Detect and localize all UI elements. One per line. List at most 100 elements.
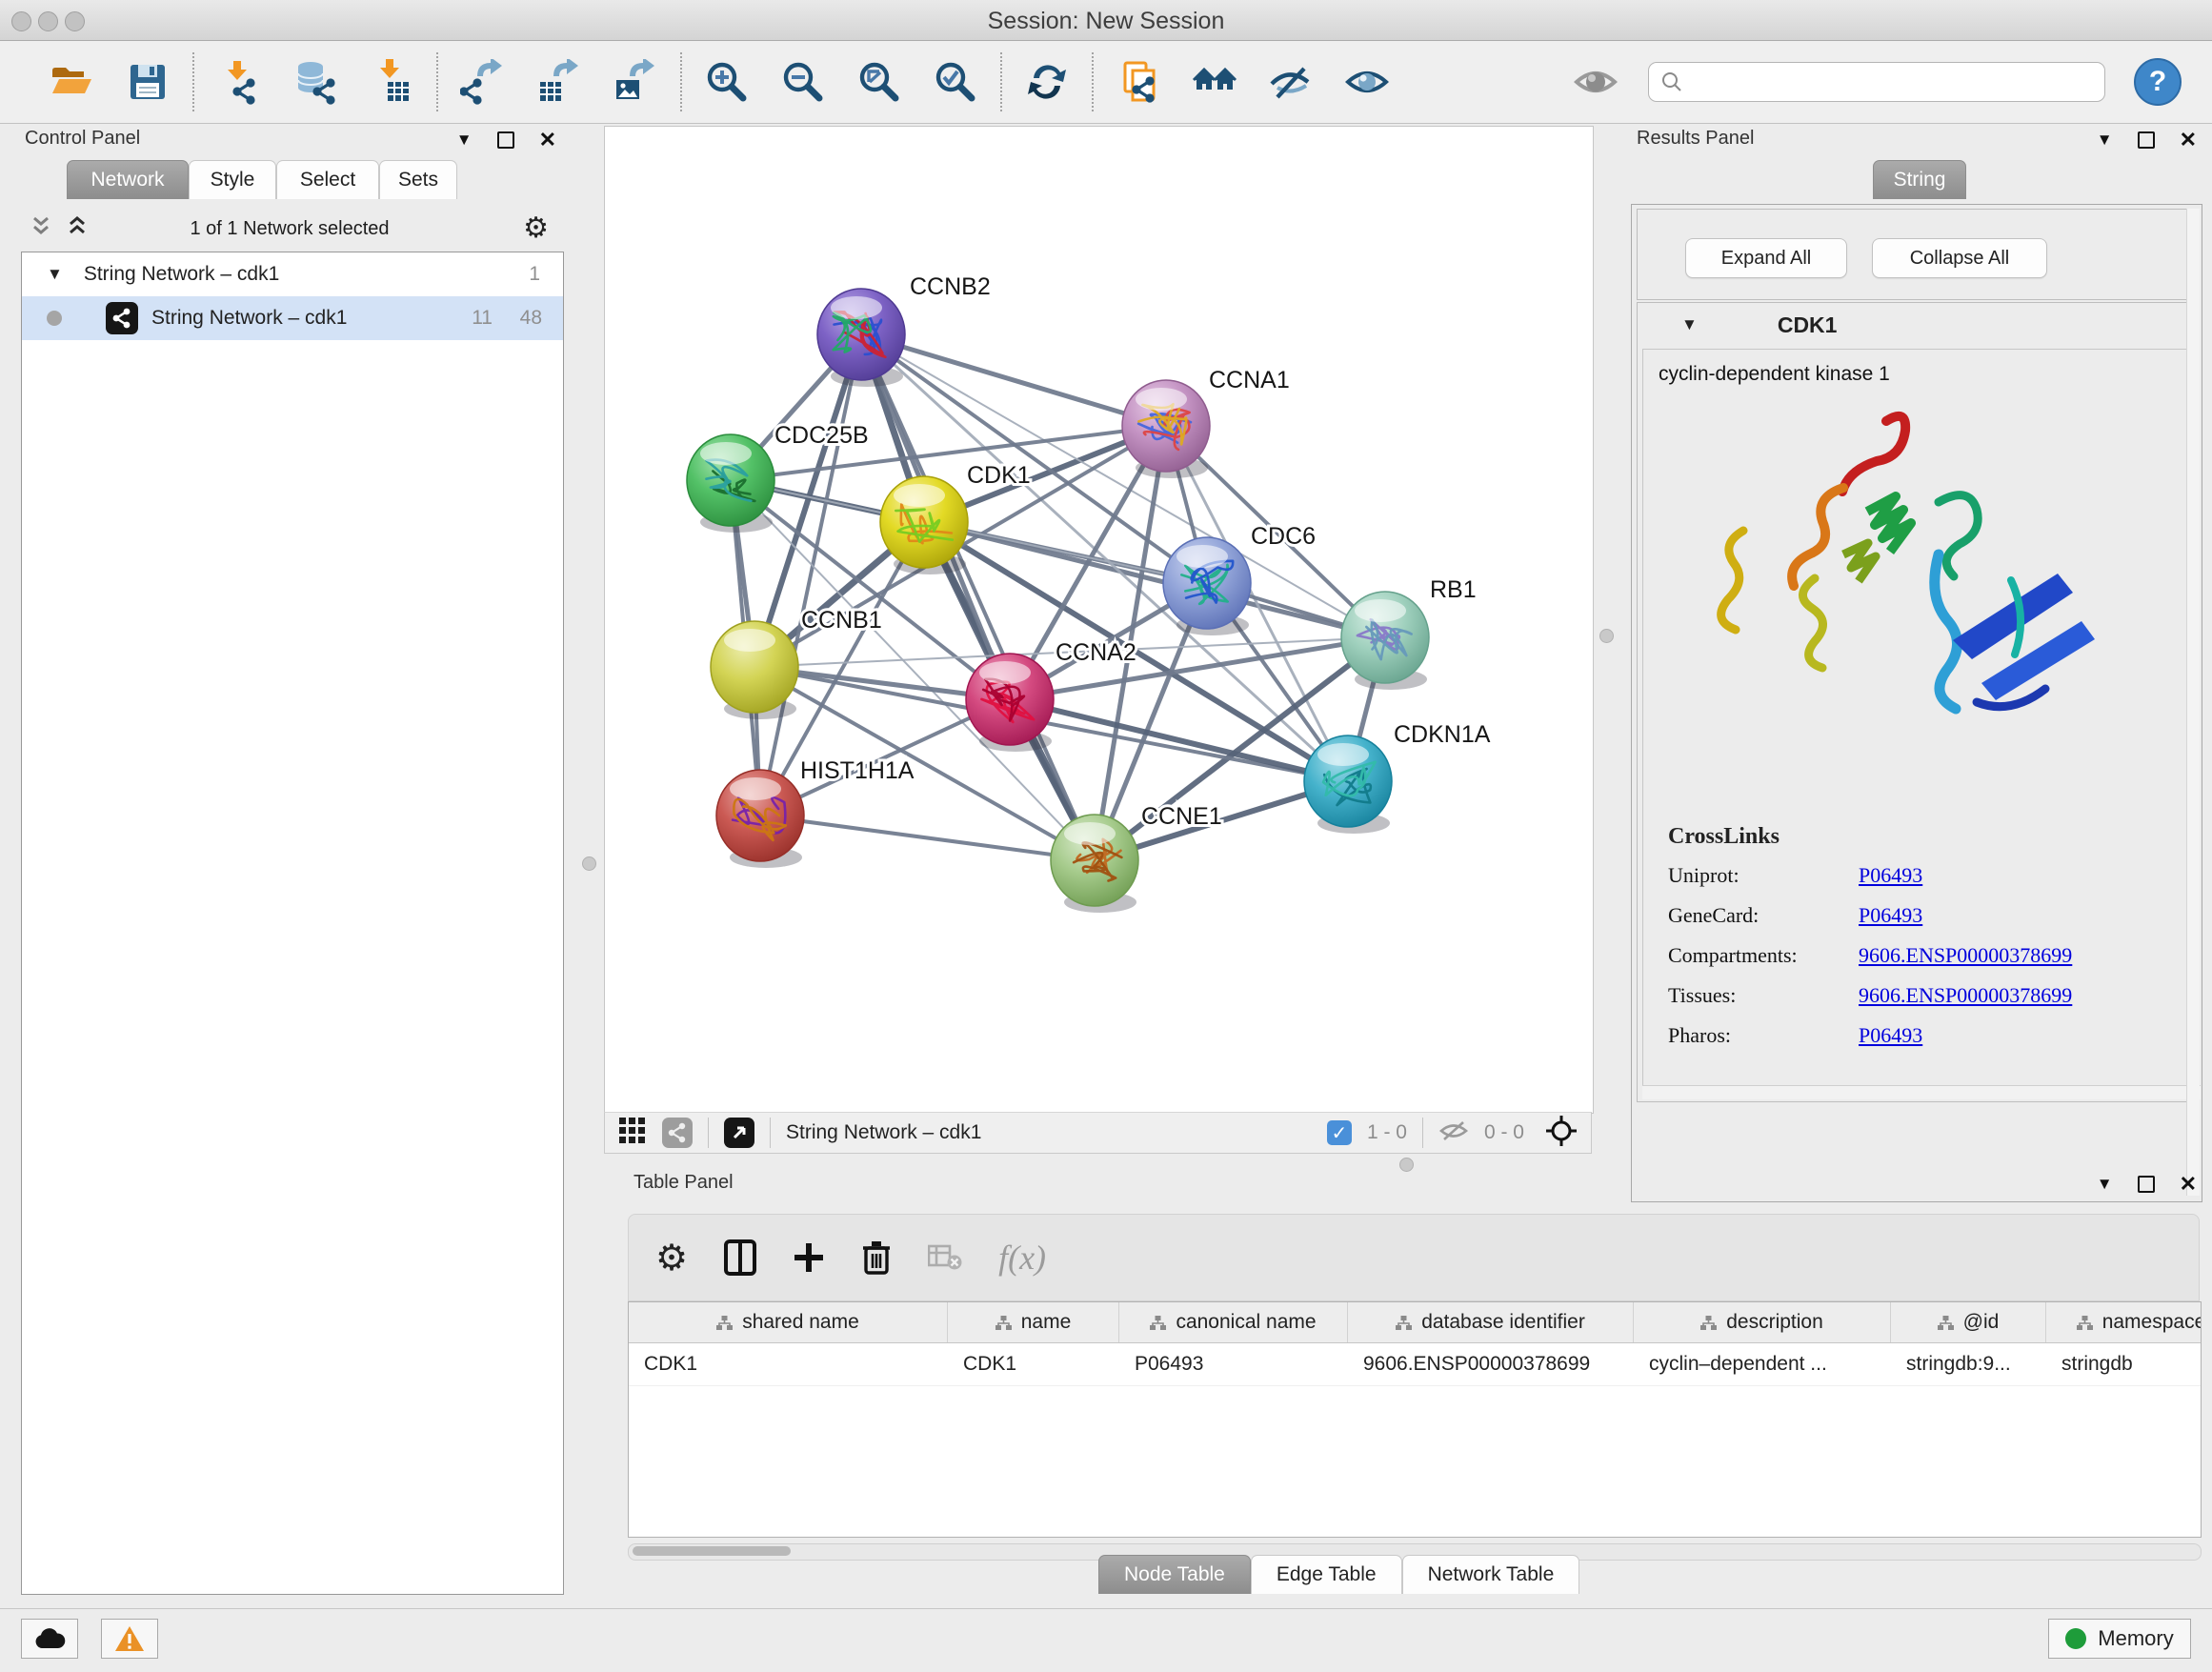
- refresh-icon[interactable]: [1023, 58, 1071, 106]
- window-title: Session: New Session: [0, 8, 2212, 35]
- duplicate-network-icon[interactable]: [1115, 58, 1162, 106]
- search-input[interactable]: [1683, 70, 2093, 94]
- edge-CCNB2-HIST1H1A[interactable]: [760, 334, 861, 816]
- column-header-description[interactable]: description: [1634, 1302, 1891, 1342]
- protein-expand-icon[interactable]: ▼: [1681, 315, 1698, 334]
- node-CDKN1A[interactable]: CDKN1A: [1304, 721, 1491, 834]
- results-horizontal-scrollbar[interactable]: [1642, 1085, 2201, 1099]
- node-table[interactable]: shared namenamecanonical namedatabase id…: [628, 1301, 2202, 1538]
- tree-expand-icon[interactable]: ▼: [47, 265, 63, 284]
- cell-description[interactable]: cyclin–dependent ...: [1634, 1343, 1891, 1385]
- fit-selected-crosshair-icon[interactable]: [1545, 1115, 1578, 1152]
- node-CCNB2[interactable]: CCNB2: [817, 273, 991, 387]
- control-panel: Control Panel ▼ ✕ NetworkStyleSelectSets…: [8, 126, 572, 1606]
- crosslink-link[interactable]: P06493: [1859, 1023, 1922, 1048]
- panel-maximize-icon[interactable]: [2138, 1176, 2155, 1193]
- warnings-button[interactable]: [101, 1619, 158, 1659]
- add-column-icon[interactable]: [793, 1241, 825, 1274]
- node-CCNE1[interactable]: CCNE1: [1051, 803, 1222, 913]
- column-header-database-identifier[interactable]: database identifier: [1348, 1302, 1634, 1342]
- show-all-icon[interactable]: [1343, 58, 1391, 106]
- edge-HIST1H1A-CCNE1[interactable]: [760, 816, 1095, 860]
- node-HIST1H1A[interactable]: HIST1H1A: [716, 757, 915, 868]
- table-row[interactable]: CDK1CDK1P064939606.ENSP00000378699cyclin…: [629, 1343, 2201, 1386]
- import-table-icon[interactable]: [368, 58, 415, 106]
- zoom-out-icon[interactable]: [779, 58, 827, 106]
- help-button[interactable]: ?: [2134, 58, 2182, 106]
- node-label-CDK1: CDK1: [967, 462, 1031, 489]
- column-header-shared-name[interactable]: shared name: [629, 1302, 948, 1342]
- tab-sets[interactable]: Sets: [379, 160, 457, 199]
- cell-database-identifier[interactable]: 9606.ENSP00000378699: [1348, 1343, 1634, 1385]
- column-header-name[interactable]: name: [948, 1302, 1119, 1342]
- node-CCNA1[interactable]: CCNA1: [1122, 367, 1290, 478]
- left-splitter-handle[interactable]: [582, 856, 596, 871]
- tab-node-table[interactable]: Node Table: [1098, 1555, 1251, 1594]
- save-session-icon[interactable]: [124, 58, 171, 106]
- right-splitter-handle[interactable]: [1599, 629, 1614, 643]
- tab-select[interactable]: Select: [276, 160, 379, 199]
- edge-CDK1-RB1[interactable]: [924, 522, 1385, 637]
- node-label-CDC6: CDC6: [1251, 523, 1316, 550]
- cell-name[interactable]: CDK1: [948, 1343, 1119, 1385]
- network-canvas[interactable]: CCNB2CCNA1CDC25BCDK1CDC6RB1CCNB1CCNA2CDK…: [604, 126, 1594, 1114]
- node-label-CDKN1A: CDKN1A: [1394, 721, 1491, 748]
- selected-checkbox-icon[interactable]: ✓: [1327, 1120, 1352, 1145]
- column-header-canonical-name[interactable]: canonical name: [1119, 1302, 1348, 1342]
- open-session-icon[interactable]: [48, 58, 95, 106]
- cell-shared-name[interactable]: CDK1: [629, 1343, 948, 1385]
- export-table-icon[interactable]: [535, 58, 583, 106]
- panel-close-icon[interactable]: ✕: [2180, 133, 2197, 147]
- zoom-in-icon[interactable]: [703, 58, 751, 106]
- delete-column-trash-icon[interactable]: [861, 1239, 892, 1276]
- memory-button[interactable]: Memory: [2048, 1619, 2191, 1659]
- panel-collapse-icon[interactable]: ▼: [2097, 1175, 2113, 1194]
- homes-icon[interactable]: [1191, 58, 1238, 106]
- export-network-icon[interactable]: [459, 58, 507, 106]
- crosslink-link[interactable]: P06493: [1859, 903, 1922, 928]
- show-all-eye-icon[interactable]: [1572, 58, 1619, 106]
- panel-collapse-icon[interactable]: ▼: [2097, 131, 2113, 150]
- expand-all-button[interactable]: Expand All: [1685, 238, 1847, 278]
- export-image-icon[interactable]: [612, 58, 659, 106]
- cell-@id[interactable]: stringdb:9...: [1891, 1343, 2046, 1385]
- results-vertical-scrollbar[interactable]: [2186, 209, 2200, 1196]
- collapse-all-button[interactable]: Collapse All: [1872, 238, 2047, 278]
- zoom-fit-icon[interactable]: [855, 58, 903, 106]
- protein-structure-image: [1700, 397, 2101, 778]
- cloud-button[interactable]: [21, 1619, 78, 1659]
- node-RB1[interactable]: RB1: [1341, 576, 1477, 690]
- node-CDC6[interactable]: CDC6: [1163, 523, 1316, 635]
- network-overview-icon[interactable]: [662, 1118, 693, 1148]
- crosslink-link[interactable]: 9606.ENSP00000378699: [1859, 943, 2072, 968]
- tab-network[interactable]: Network: [67, 160, 189, 199]
- hide-selected-icon[interactable]: [1267, 58, 1315, 106]
- panel-close-icon[interactable]: ✕: [2180, 1178, 2197, 1191]
- edge-CCNB2-CCNA1[interactable]: [861, 334, 1166, 426]
- panel-close-icon[interactable]: ✕: [539, 133, 556, 147]
- tab-style[interactable]: Style: [189, 160, 276, 199]
- birdseye-grid-icon[interactable]: [618, 1117, 647, 1150]
- show-columns-icon[interactable]: [724, 1239, 756, 1276]
- network-row[interactable]: String Network – cdk1 11 48: [22, 296, 563, 340]
- panel-collapse-icon[interactable]: ▼: [456, 131, 473, 150]
- scrollbar-thumb[interactable]: [633, 1546, 791, 1556]
- table-settings-gear-icon[interactable]: ⚙: [655, 1237, 688, 1279]
- crosslink-link[interactable]: 9606.ENSP00000378699: [1859, 983, 2072, 1008]
- tab-edge-table[interactable]: Edge Table: [1251, 1555, 1402, 1594]
- column-header-@id[interactable]: @id: [1891, 1302, 2046, 1342]
- tab-string[interactable]: String: [1873, 160, 1966, 199]
- tab-network-table[interactable]: Network Table: [1402, 1555, 1580, 1594]
- search-box[interactable]: [1648, 62, 2105, 102]
- cell-namespace[interactable]: stringdb: [2046, 1343, 2202, 1385]
- import-network-icon[interactable]: [215, 58, 263, 106]
- open-in-window-icon[interactable]: [724, 1118, 754, 1148]
- import-database-icon[interactable]: [292, 58, 339, 106]
- zoom-selected-icon[interactable]: [932, 58, 979, 106]
- panel-maximize-icon[interactable]: [2138, 131, 2155, 149]
- crosslink-link[interactable]: P06493: [1859, 863, 1922, 888]
- column-header-namespace[interactable]: namespace: [2046, 1302, 2202, 1342]
- panel-maximize-icon[interactable]: [497, 131, 514, 149]
- network-collection-row[interactable]: ▼ String Network – cdk1 1: [22, 252, 563, 296]
- cell-canonical-name[interactable]: P06493: [1119, 1343, 1348, 1385]
